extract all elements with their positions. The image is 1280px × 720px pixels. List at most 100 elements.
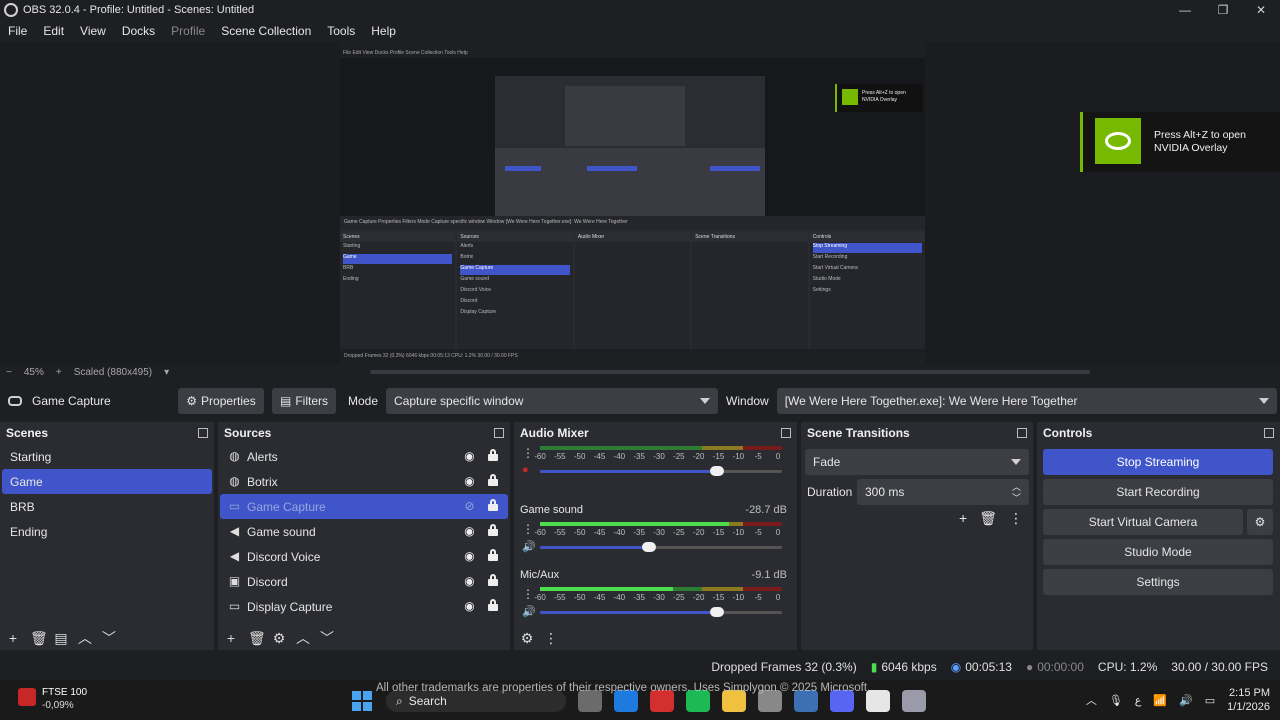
chevron-down-icon[interactable]: ﹀ — [320, 631, 334, 645]
menu-tools[interactable]: Tools — [319, 24, 363, 38]
undock-icon[interactable] — [494, 428, 504, 438]
eye-icon[interactable]: ◉ — [463, 450, 476, 463]
slider-knob[interactable] — [709, 466, 724, 476]
meter-tick-label: -60 — [534, 593, 546, 602]
eye-icon[interactable]: ◉ — [463, 575, 476, 588]
stop-streaming-button[interactable]: Stop Streaming — [1043, 449, 1273, 475]
nvidia-overlay-toast[interactable]: Press Alt+Z to open NVIDIA Overlay — [1080, 112, 1280, 172]
speaker-icon[interactable]: 🔊 — [522, 540, 536, 553]
lock-icon[interactable] — [488, 499, 498, 511]
eye-icon[interactable]: ◉ — [463, 550, 476, 563]
undock-icon[interactable] — [781, 428, 791, 438]
add-icon[interactable]: + — [224, 631, 238, 645]
minimize-button[interactable]: — — [1166, 0, 1204, 20]
meter-tick-label: -35 — [633, 452, 645, 461]
source-item[interactable]: ▭ Game Capture ⊘ — [220, 494, 508, 519]
source-item[interactable]: ◍ Alerts ◉ — [220, 444, 508, 469]
trash-icon[interactable]: 🗑 — [979, 510, 997, 527]
add-icon[interactable]: + — [959, 510, 967, 527]
source-item[interactable]: ◀ Discord Voice ◉ — [220, 544, 508, 569]
close-button[interactable]: ✕ — [1242, 0, 1280, 20]
volume-slider[interactable] — [540, 607, 782, 617]
trash-icon[interactable]: 🗑 — [248, 631, 266, 645]
scene-item[interactable]: Game — [2, 469, 212, 494]
language-indicator[interactable]: ع — [1135, 694, 1142, 707]
microphone-icon[interactable]: 🎙 — [1109, 694, 1123, 707]
properties-button[interactable]: ⚙ Properties — [178, 388, 264, 414]
scene-item[interactable]: Starting — [2, 444, 212, 469]
muted-icon[interactable]: ● — [522, 464, 536, 476]
wifi-icon[interactable]: 📶 — [1153, 694, 1167, 707]
add-icon[interactable]: + — [6, 631, 20, 645]
eye-icon[interactable]: ◉ — [463, 600, 476, 613]
scene-item[interactable]: Ending — [2, 519, 212, 544]
gear-icon[interactable]: ⚙ — [272, 631, 286, 645]
chevron-up-icon[interactable]: ︿ — [1086, 692, 1097, 708]
virtual-camera-settings-button[interactable]: ⚙ — [1247, 509, 1273, 535]
lock-icon[interactable] — [488, 474, 498, 486]
chevron-up-icon[interactable]: ︿ — [78, 631, 92, 645]
studio-mode-button[interactable]: Studio Mode — [1043, 539, 1273, 565]
chevron-down-icon[interactable]: ﹀ — [102, 631, 116, 645]
eye-icon[interactable]: ◉ — [463, 475, 476, 488]
lock-icon[interactable] — [488, 599, 498, 611]
window-dropdown[interactable]: [We Were Here Together.exe]: We Were Her… — [776, 388, 1277, 414]
slider-knob[interactable] — [709, 607, 724, 617]
stock-widget[interactable]: FTSE 100 -0,09% — [18, 686, 87, 712]
taskbar-clock[interactable]: 2:15 PM 1/1/2026 — [1227, 686, 1270, 714]
menu-view[interactable]: View — [72, 24, 114, 38]
duration-spinbox[interactable]: 300 ms ︿ ﹀ — [857, 479, 1029, 505]
start-recording-button[interactable]: Start Recording — [1043, 479, 1273, 505]
mode-dropdown[interactable]: Capture specific window — [386, 388, 719, 414]
slider-knob[interactable] — [641, 542, 656, 552]
volume-slider[interactable] — [540, 542, 782, 552]
transition-dropdown[interactable]: Fade — [805, 449, 1029, 475]
source-item[interactable]: ◍ Botrix ◉ — [220, 469, 508, 494]
spin-down-icon[interactable]: ﹀ — [1012, 491, 1021, 504]
menu-docks[interactable]: Docks — [114, 24, 163, 38]
source-item[interactable]: ◀ Game sound ◉ — [220, 519, 508, 544]
filters-button[interactable]: ▤ Filters — [272, 388, 336, 414]
settings-button[interactable]: Settings — [1043, 569, 1273, 595]
eye-icon[interactable]: ◉ — [463, 525, 476, 538]
gear-icon[interactable]: ⚙ — [520, 631, 534, 645]
preview-horizontal-scrollbar[interactable] — [370, 370, 1090, 374]
menu-file[interactable]: File — [0, 24, 35, 38]
preview-canvas[interactable]: File Edit View Docks Profile Scene Colle… — [0, 42, 1280, 364]
menu-edit[interactable]: Edit — [35, 24, 72, 38]
zoom-out-button[interactable]: − — [0, 367, 18, 378]
chevron-up-icon[interactable]: ︿ — [296, 631, 310, 645]
lock-icon[interactable] — [488, 574, 498, 586]
lock-icon[interactable] — [488, 524, 498, 536]
kebab-menu-icon[interactable]: ⋮ — [522, 522, 534, 536]
windows-start-icon[interactable] — [352, 691, 372, 711]
zoom-in-button[interactable]: + — [50, 367, 68, 378]
lock-icon[interactable] — [488, 549, 498, 561]
taskbar-app-icon[interactable] — [902, 690, 926, 712]
mixer-toolbar: ⚙ ⋮ — [514, 626, 797, 650]
start-virtual-camera-button[interactable]: Start Virtual Camera — [1043, 509, 1243, 535]
lock-icon[interactable] — [488, 449, 498, 461]
menu-profile[interactable]: Profile — [163, 24, 213, 38]
scene-item[interactable]: BRB — [2, 494, 212, 519]
source-item[interactable]: ▣ Discord ◉ — [220, 569, 508, 594]
source-item[interactable]: ▭ Display Capture ◉ — [220, 594, 508, 619]
kebab-menu-icon[interactable]: ⋮ — [522, 446, 534, 460]
battery-icon[interactable]: ▭ — [1205, 694, 1215, 707]
kebab-menu-icon[interactable]: ⋮ — [1009, 510, 1023, 527]
undock-icon[interactable] — [1264, 428, 1274, 438]
undock-icon[interactable] — [198, 428, 208, 438]
kebab-menu-icon[interactable]: ⋮ — [544, 631, 558, 645]
menu-scene-collection[interactable]: Scene Collection — [213, 24, 319, 38]
filter-icon[interactable]: ▤ — [54, 631, 68, 645]
maximize-button[interactable]: ❐ — [1204, 0, 1242, 20]
menu-help[interactable]: Help — [363, 24, 404, 38]
eye-hidden-icon[interactable]: ⊘ — [463, 500, 476, 513]
speaker-icon[interactable]: 🔊 — [522, 605, 536, 618]
volume-slider[interactable] — [540, 466, 782, 476]
undock-icon[interactable] — [1017, 428, 1027, 438]
volume-icon[interactable]: 🔊 — [1179, 694, 1193, 707]
scale-dropdown-arrow-icon[interactable]: ▾ — [158, 367, 175, 378]
trash-icon[interactable]: 🗑 — [30, 631, 48, 645]
kebab-menu-icon[interactable]: ⋮ — [522, 587, 534, 601]
